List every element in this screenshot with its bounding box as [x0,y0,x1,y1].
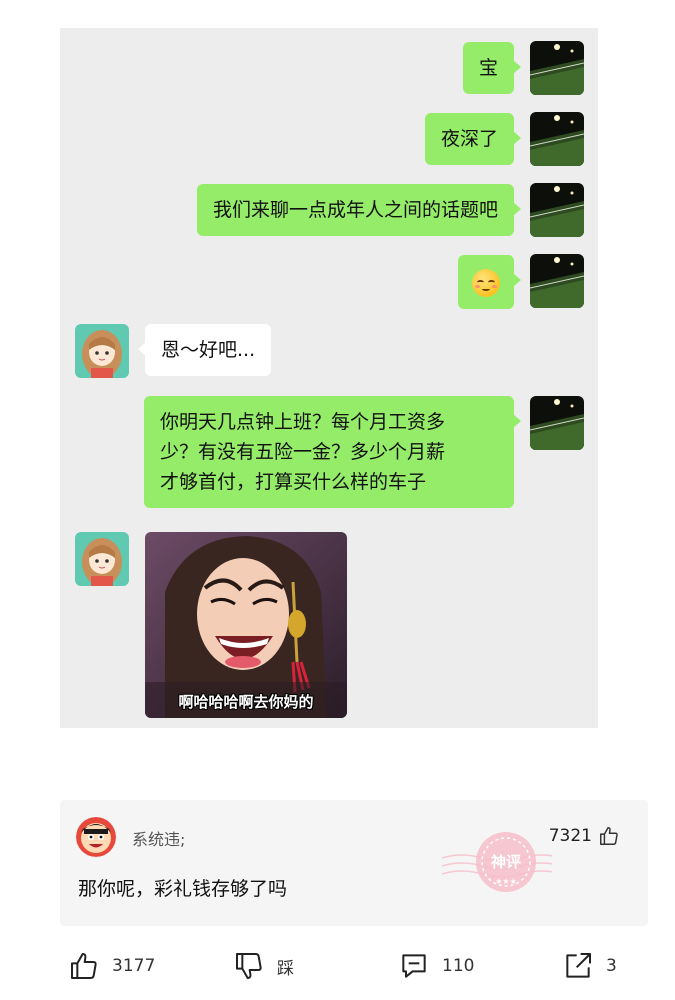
svg-text:★★★: ★★★ [495,877,517,886]
like-count: 3177 [112,956,156,976]
her-avatar[interactable] [75,532,129,586]
my-avatar[interactable] [530,183,584,237]
blushing-face-icon [472,268,500,297]
comment-count: 110 [442,956,475,976]
comment-text: 那你呢，彩礼钱存够了吗 [78,878,288,900]
message-text: 我们来聊一点成年人之间的话题吧 [212,199,498,221]
message-line: 少？有没有五险一金？多少个月薪 [160,441,446,463]
her-avatar[interactable] [75,324,129,378]
night-field-avatar-image [530,254,584,308]
comment-like-count: 7321 [548,826,592,846]
my-avatar[interactable] [530,396,584,450]
like-button[interactable]: 3177 [68,950,155,982]
god-comment-stamp: 神评 ★★★ [441,818,563,908]
message-line: 你明天几点钟上班？每个月工资多 [160,411,446,433]
my-avatar[interactable] [530,41,584,95]
my-avatar[interactable] [530,254,584,308]
dislike-label: 踩 [277,958,294,979]
my-message-bubble: 我们来聊一点成年人之间的话题吧 [196,184,522,236]
comment-bubble-icon [402,954,426,978]
message-text: 夜深了 [440,128,498,150]
stamp-text: 神评 [491,853,521,871]
commenter-avatar[interactable] [76,817,116,857]
thumbs-down-icon [236,953,262,979]
share-count: 3 [606,956,617,976]
my-message-bubble: 夜深了 [424,113,522,165]
night-field-avatar-image [530,41,584,95]
laughing-sticker[interactable]: 啊哈哈哈啊去你妈的 [145,532,347,718]
message-text: 恩～好吧... [161,339,256,361]
featured-comment-card[interactable]: 系统违; 神评 ★★★ 7321 那你呢，彩礼钱存够了吗 [60,800,648,926]
share-button[interactable]: 3 [562,950,617,982]
sticker-caption: 啊哈哈哈啊去你妈的 [178,693,314,711]
bottom-action-bar: 3177 踩 110 3 [0,944,675,990]
my-message-bubble: 宝 [462,42,522,94]
my-emoji-bubble [458,255,521,309]
thumbs-up-icon [600,827,618,845]
chat-screenshot: 宝 夜深了 我们来聊一点成年人之间的话题吧 恩～好吧... 你明天几点钟上班？每… [60,28,598,728]
her-message-bubble: 恩～好吧... [137,324,272,376]
night-field-avatar-image [530,183,584,237]
my-avatar[interactable] [530,112,584,166]
thumbs-up-icon [71,953,97,979]
night-field-avatar-image [530,396,584,450]
my-message-bubble: 你明天几点钟上班？每个月工资多 少？有没有五险一金？多少个月薪 才够首付，打算买… [144,396,521,508]
message-line: 才够首付，打算买什么样的车子 [160,471,427,493]
commenter-name[interactable]: 系统违; [132,826,185,850]
dislike-button[interactable]: 踩 [233,950,294,982]
god-comment-stamp-icon: 神评 ★★★ [441,832,563,892]
anime-girl-avatar-image [75,324,129,378]
message-text: 宝 [478,57,498,79]
cartoon-boy-avatar-image [76,817,116,857]
share-icon [566,953,591,978]
comment-button[interactable]: 110 [398,950,474,982]
comment-like-button[interactable]: 7321 [549,825,620,847]
night-field-avatar-image [530,112,584,166]
anime-girl-avatar-image [75,532,129,586]
